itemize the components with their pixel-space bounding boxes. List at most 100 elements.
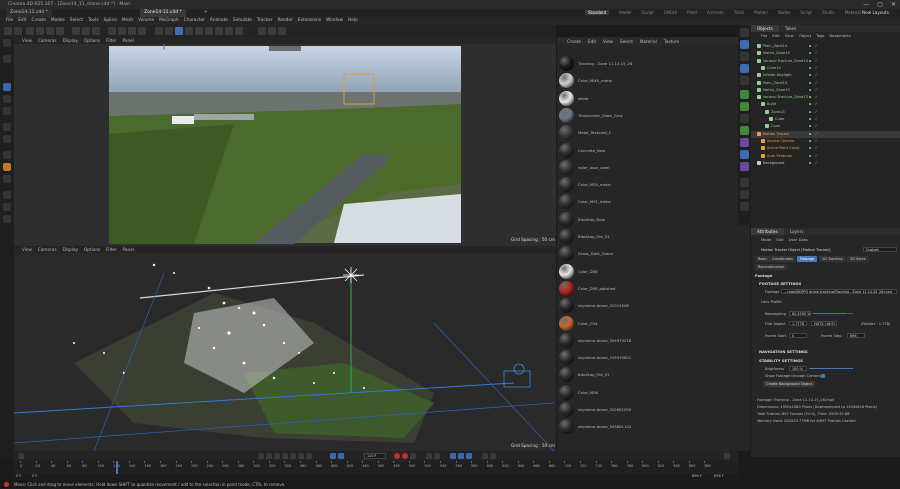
key-point-icon[interactable] xyxy=(490,453,496,459)
model-mode-icon[interactable] xyxy=(108,27,116,35)
preview-range-icon[interactable] xyxy=(338,453,344,459)
material-menu-view[interactable]: View xyxy=(603,39,613,44)
object-visibility-flags[interactable]: ▪ ✓ xyxy=(809,154,819,158)
camera-icon[interactable] xyxy=(225,27,233,35)
footage-path-field[interactable]: ...rage/SKYIPG drone tracking/Tracking -… xyxy=(781,289,897,294)
material-item[interactable]: Blacktop_New xyxy=(557,211,750,228)
menu-select[interactable]: Select xyxy=(70,18,83,23)
material-menu-texture[interactable]: Texture xyxy=(664,39,679,44)
timeline-settings-icon[interactable] xyxy=(18,453,24,459)
range-end-field[interactable]: 896 F xyxy=(692,474,702,478)
material-item[interactable]: Color_MIX0_metal xyxy=(557,72,750,89)
menu-tools[interactable]: Tools xyxy=(88,18,99,23)
object-menu-tags[interactable]: Tags xyxy=(816,33,824,38)
frame-step-field[interactable]: 896 xyxy=(847,333,865,338)
attribute-menu-mode[interactable]: Mode xyxy=(761,237,771,242)
sculpt-icon[interactable] xyxy=(3,203,11,211)
menu-tracker[interactable]: Tracker xyxy=(257,18,273,23)
edges-mode-icon[interactable] xyxy=(128,27,136,35)
subtab-2d-tracking[interactable]: 2D Tracking xyxy=(819,256,846,262)
key-position-icon[interactable] xyxy=(434,453,440,459)
object-row[interactable]: Solved Camera ▪ ✓ xyxy=(751,138,900,145)
layout-material[interactable]: Material xyxy=(845,10,861,15)
viewport-menu-display[interactable]: Display xyxy=(63,38,78,43)
range-start-field-2[interactable]: 0 F xyxy=(32,474,37,478)
viewport-menu-filter[interactable]: Filter xyxy=(106,38,116,43)
create-background-object-button[interactable]: Create Background Object xyxy=(763,381,816,387)
spline-pen-icon[interactable] xyxy=(165,27,173,35)
zoom-icon[interactable] xyxy=(3,39,11,47)
layout-script[interactable]: Script xyxy=(800,10,812,15)
render-view-icon[interactable] xyxy=(258,27,266,35)
light-icon[interactable] xyxy=(235,27,243,35)
attribute-menu-edit[interactable]: Edit xyxy=(776,237,783,242)
layers-icon[interactable] xyxy=(740,190,749,199)
paint-icon[interactable] xyxy=(3,163,11,171)
object-visibility-flags[interactable]: ▪ ✓ xyxy=(809,110,819,114)
layout-animate[interactable]: Animate xyxy=(707,10,724,15)
material-item[interactable]: Color_D06_polished xyxy=(557,280,750,297)
minimize-button[interactable]: — xyxy=(863,1,869,8)
viewport-menu-view[interactable]: View xyxy=(22,247,32,252)
object-visibility-flags[interactable]: ▪ ✓ xyxy=(809,59,819,63)
object-visibility-flags[interactable]: ▪ ✓ xyxy=(809,66,819,70)
menu-character[interactable]: Character xyxy=(184,18,205,23)
material-item[interactable]: white xyxy=(557,90,750,107)
object-row[interactable]: Build ▪ ✓ xyxy=(751,101,900,108)
menu-simulate[interactable]: Simulate xyxy=(233,18,252,23)
record-icon[interactable] xyxy=(394,453,400,459)
material-item[interactable]: roller_door_steel xyxy=(557,159,750,176)
viewport-menu-panel[interactable]: Panel xyxy=(123,38,134,43)
range-start-field[interactable]: 0 F xyxy=(16,474,21,478)
move-tool-icon[interactable] xyxy=(3,83,11,91)
material-item[interactable]: Metal_Textured_1 xyxy=(557,124,750,141)
polygons-mode-icon[interactable] xyxy=(138,27,146,35)
move-icon[interactable] xyxy=(36,27,44,35)
viewport-menu-cameras[interactable]: Cameras xyxy=(38,247,57,252)
object-visibility-flags[interactable]: ▪ ✓ xyxy=(809,117,819,121)
material-menu-material[interactable]: Material xyxy=(640,39,657,44)
material-item[interactable]: Color_M06 xyxy=(557,384,750,401)
scale-tool-icon[interactable] xyxy=(3,95,11,103)
globe-icon[interactable] xyxy=(740,64,749,73)
select-icon[interactable] xyxy=(26,27,34,35)
magnet-icon[interactable] xyxy=(3,151,11,159)
material-item[interactable]: skydrone-drone_31014508 xyxy=(557,297,750,314)
material-menu-select[interactable]: Select xyxy=(620,39,633,44)
current-frame-field[interactable]: 110 F xyxy=(364,453,386,459)
object-row[interactable]: Infinite Daylight ▪ ✓ xyxy=(751,72,900,79)
material-item[interactable]: skydrone-drone_315570621 xyxy=(557,349,750,366)
menu-window[interactable]: Window xyxy=(326,18,343,23)
workplane-icon[interactable] xyxy=(3,175,11,183)
section-navigation-settings[interactable]: NAVIGATION SETTINGS xyxy=(759,349,808,354)
object-visibility-flags[interactable]: ▪ ✓ xyxy=(809,88,819,92)
spline-icon[interactable] xyxy=(740,114,749,123)
close-button[interactable]: ✕ xyxy=(891,1,896,8)
object-menu-view[interactable]: View xyxy=(785,33,794,38)
viewport-menu-view[interactable]: View xyxy=(22,38,32,43)
filter-icon[interactable] xyxy=(740,40,749,49)
goto-end-icon[interactable] xyxy=(306,453,312,459)
menu-volume[interactable]: Volume xyxy=(138,18,154,23)
autokey-icon[interactable] xyxy=(402,453,408,459)
new-layouts-button[interactable]: New Layouts xyxy=(862,10,889,15)
undo-icon[interactable] xyxy=(4,27,12,35)
key-param-icon[interactable] xyxy=(466,453,472,459)
magnet-object-icon[interactable] xyxy=(740,178,749,187)
object-row[interactable]: Cube ▪ ✓ xyxy=(751,116,900,123)
object-row[interactable]: Voronoi Fracture_Zone13 ▪ ✓ xyxy=(751,94,900,101)
layout-standard[interactable]: Standard xyxy=(585,10,610,15)
cube-object-icon[interactable] xyxy=(740,90,749,99)
object-visibility-flags[interactable]: ▪ ✓ xyxy=(809,73,819,77)
layout-paint[interactable]: Paint xyxy=(687,10,697,15)
object-visibility-flags[interactable]: ▪ ✓ xyxy=(809,139,819,143)
viewport-bottom[interactable]: View Cameras Display Options Filter Pane… xyxy=(14,246,556,451)
camera-object-icon[interactable] xyxy=(740,150,749,159)
section-footage-settings[interactable]: FOOTAGE SETTINGS xyxy=(759,281,801,286)
brightness-field[interactable]: 100 % xyxy=(789,366,807,371)
viewport-menu-panel[interactable]: Panel xyxy=(123,247,134,252)
material-item[interactable]: Blacktop_Old_01 xyxy=(557,366,750,383)
viewport-menu-cameras[interactable]: Cameras xyxy=(38,38,57,43)
object-menu-bookmarks[interactable]: Bookmarks xyxy=(830,33,851,38)
knife-icon[interactable] xyxy=(3,123,11,131)
